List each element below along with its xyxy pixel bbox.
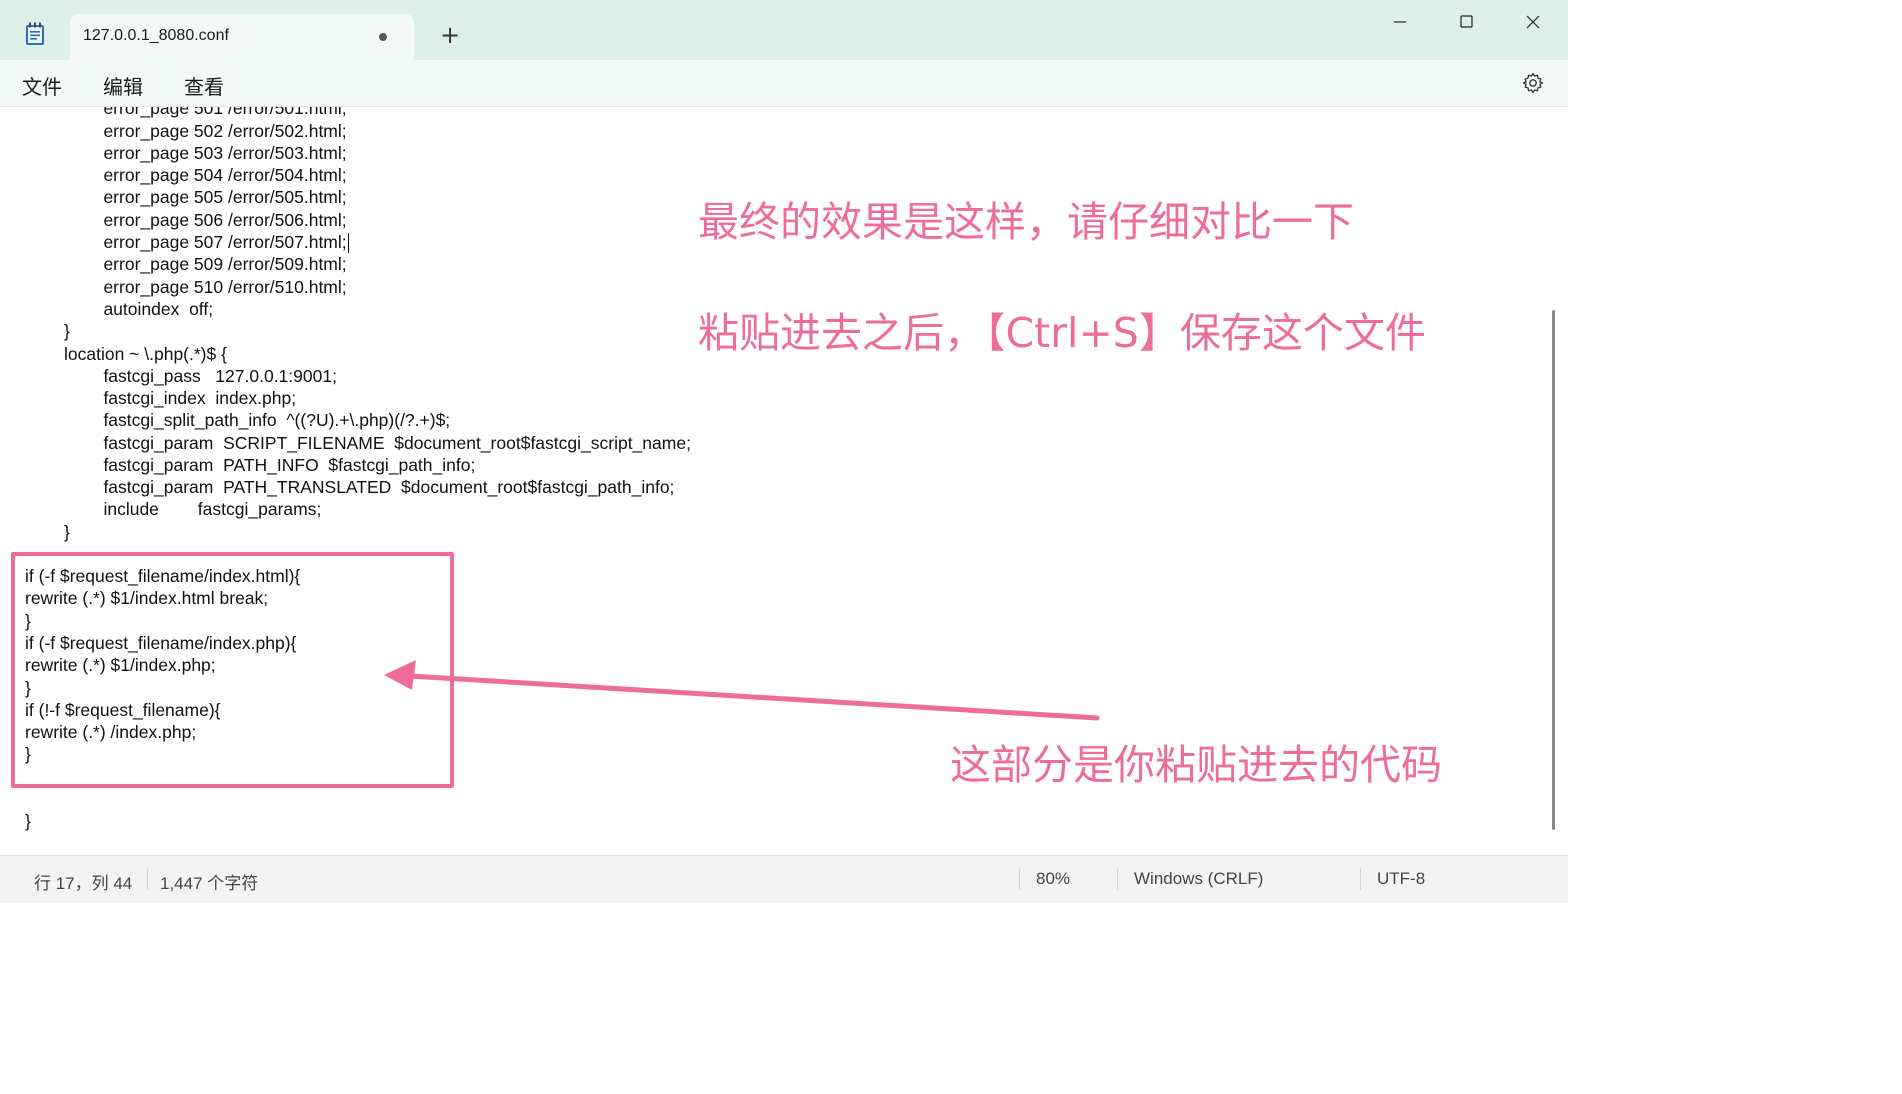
annotation-save-note: 粘贴进去之后，【Ctrl+S】保存这个文件: [698, 309, 1426, 357]
annotation-compare-note: 最终的效果是这样，请仔细对比一下: [698, 198, 1354, 246]
code-line: error_page 505 /error/505.html;: [84, 187, 347, 207]
code-line: fastcgi_index index.php;: [84, 388, 297, 408]
code-line: error_page 510 /error/510.html;: [84, 277, 347, 297]
code-line: }: [64, 522, 70, 542]
minimize-icon[interactable]: [1376, 6, 1422, 38]
vertical-scrollbar[interactable]: [1552, 310, 1555, 830]
code-line: include fastcgi_params;: [84, 499, 322, 519]
zoom-level[interactable]: 80%: [1036, 869, 1070, 889]
status-bar: 行 17，列 44 1,447 个字符 80% Windows (CRLF) U…: [0, 855, 1568, 903]
status-divider: [1360, 868, 1361, 890]
code-line: location ~ \.php(.*)$ {: [64, 344, 227, 364]
line-ending[interactable]: Windows (CRLF): [1134, 869, 1263, 889]
settings-gear-icon[interactable]: [1521, 71, 1545, 95]
text-cursor: [348, 233, 349, 253]
title-bar: 127.0.0.1_8080.conf +: [0, 0, 1568, 60]
code-line: error_page 503 /error/503.html;: [84, 143, 347, 163]
status-divider: [1117, 868, 1118, 890]
code-line: }: [25, 811, 31, 831]
close-icon[interactable]: [1510, 6, 1556, 38]
code-line: error_page 501 /error/501.html;: [84, 107, 347, 118]
tab-file[interactable]: 127.0.0.1_8080.conf: [70, 14, 414, 60]
code-line: error_page 507 /error/507.html;: [84, 232, 347, 252]
code-line: autoindex off;: [84, 299, 214, 319]
menu-edit[interactable]: 编辑: [103, 71, 143, 100]
status-divider: [1019, 868, 1020, 890]
menu-view[interactable]: 查看: [184, 71, 224, 100]
pasted-code-highlight-box: [11, 552, 454, 788]
code-line: error_page 506 /error/506.html;: [84, 210, 347, 230]
annotation-pasted-note: 这部分是你粘贴进去的代码: [950, 741, 1442, 789]
code-line: fastcgi_pass 127.0.0.1:9001;: [84, 366, 337, 386]
unsaved-dot-icon[interactable]: [379, 33, 387, 41]
notepad-icon: [26, 22, 44, 45]
code-line: fastcgi_param PATH_INFO $fastcgi_path_in…: [84, 455, 476, 475]
maximize-icon[interactable]: [1443, 6, 1489, 38]
code-line: error_page 509 /error/509.html;: [84, 254, 347, 274]
code-line: error_page 504 /error/504.html;: [84, 165, 347, 185]
character-count: 1,447 个字符: [160, 874, 259, 893]
status-divider: [147, 868, 148, 890]
encoding[interactable]: UTF-8: [1377, 869, 1425, 889]
code-line: }: [64, 321, 70, 341]
cursor-position: 行 17，列 44: [34, 874, 133, 893]
menu-bar: 文件 编辑 查看: [0, 60, 1568, 107]
code-line: fastcgi_param SCRIPT_FILENAME $document_…: [84, 433, 691, 453]
code-line: error_page 502 /error/502.html;: [84, 121, 347, 141]
tab-title: 127.0.0.1_8080.conf: [83, 27, 229, 44]
code-line: fastcgi_split_path_info ^((?U).+\.php)(/…: [84, 410, 451, 430]
code-line: fastcgi_param PATH_TRANSLATED $document_…: [84, 477, 675, 497]
new-tab-button[interactable]: +: [437, 22, 463, 48]
menu-file[interactable]: 文件: [22, 71, 62, 100]
